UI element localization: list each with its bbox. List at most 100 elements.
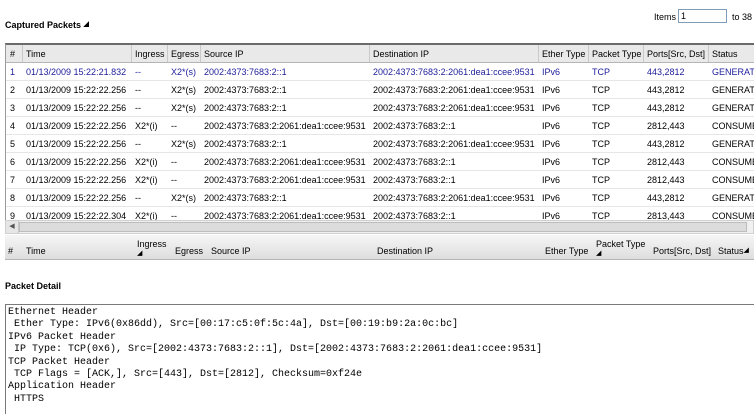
items-start-input[interactable] <box>678 9 727 23</box>
cell-status: GENERATED <box>712 139 754 149</box>
items-to-label: to 38 <box>732 12 753 22</box>
col-header-source-ip[interactable]: Source IP <box>204 49 244 59</box>
table-row[interactable]: 6 01/13/2009 15:22:22.256 X2*(i) -- 2002:437… <box>6 152 754 171</box>
col-header-status[interactable]: Status <box>712 49 738 59</box>
sec-col-time[interactable]: Time <box>26 246 46 256</box>
sec-col-destination-ip[interactable]: Destination IP <box>377 246 433 256</box>
cell-ingress: -- <box>135 193 141 203</box>
captured-packets-title-text: Captured Packets <box>5 20 82 30</box>
table-row[interactable]: 2 01/13/2009 15:22:22.256 -- X2*(s) 2002:437… <box>6 80 754 99</box>
cell-status: GENERATED <box>712 85 754 95</box>
sec-col-ether-type[interactable]: Ether Type <box>545 246 588 256</box>
cell-time: 01/13/2009 15:22:22.256 <box>26 175 127 185</box>
sec-col-ingress[interactable]: Ingress ◢ <box>137 239 167 259</box>
cell-time: 01/13/2009 15:22:22.256 <box>26 85 127 95</box>
sec-col-ports[interactable]: Ports[Src, Dst] <box>653 246 711 256</box>
sort-caret-icon: ◢ <box>137 250 143 257</box>
cell-status: GENERATED <box>712 67 754 77</box>
col-header-time[interactable]: Time <box>26 49 46 59</box>
detail-line: HTTPS <box>8 393 45 405</box>
sec-col-status-text: Status <box>718 246 744 256</box>
cell-ingress: -- <box>135 139 141 149</box>
col-header-destination-ip[interactable]: Destination IP <box>373 49 429 59</box>
cell-destination-ip: 2002:4373:7683:2::1 <box>373 121 456 131</box>
cell-packet-type: TCP <box>592 193 610 203</box>
scroll-thumb[interactable] <box>19 222 747 232</box>
detail-line: Ethernet Header <box>8 307 99 318</box>
col-header-ether-type[interactable]: Ether Type <box>542 49 585 59</box>
sec-col-ingress-text: Ingress <box>137 239 167 249</box>
cell-ether-type: IPv6 <box>542 85 561 95</box>
table-row[interactable]: 5 01/13/2009 15:22:22.256 -- X2*(s) 2002:437… <box>6 134 754 153</box>
cell-ports: 443,2812 <box>647 85 685 95</box>
sec-col-packet-type[interactable]: Packet Type ◢ <box>596 239 645 259</box>
sec-col-packet-type-text: Packet Type <box>596 239 646 249</box>
cell-ingress: X2*(i) <box>135 121 158 131</box>
table-row[interactable]: 3 01/13/2009 15:22:22.256 -- X2*(s) 2002:437… <box>6 98 754 117</box>
captured-packets-title: Captured Packets ◢ <box>5 20 89 30</box>
cell-ports: 2812,443 <box>647 175 685 185</box>
cell-ether-type: IPv6 <box>542 67 561 77</box>
table-row[interactable]: 8 01/13/2009 15:22:22.256 -- X2*(s) 2002:437… <box>6 188 754 207</box>
packet-detail-text[interactable]: Ethernet Header Ether Type: IPv6(0x86dd)… <box>5 304 754 414</box>
cell-ports: 2812,443 <box>647 121 685 131</box>
cell-time: 01/13/2009 15:22:22.256 <box>26 157 127 167</box>
cell-status: CONSUMED <box>712 157 754 167</box>
scroll-left-arrow-icon[interactable]: ◀ <box>6 221 19 233</box>
cell-destination-ip: 2002:4373:7683:2:2061:dea1:ccee:9531 <box>373 67 535 77</box>
packet-detail-title: Packet Detail <box>5 281 62 291</box>
cell-ingress: -- <box>135 67 141 77</box>
sec-col-egress[interactable]: Egress <box>175 246 203 256</box>
sec-col-num[interactable]: # <box>8 246 13 256</box>
col-header-egress[interactable]: Egress <box>171 49 199 59</box>
cell-egress: X2*(s) <box>171 193 197 203</box>
cell-ether-type: IPv6 <box>542 103 561 113</box>
detail-line: IP Type: TCP(0x6), Src=[2002:4373:7683:2… <box>8 344 543 356</box>
cell-packet-type: TCP <box>592 67 610 77</box>
cell-num: 3 <box>10 103 16 113</box>
cell-num: 6 <box>10 157 16 167</box>
cell-time: 01/13/2009 15:22:22.256 <box>26 193 127 203</box>
col-header-ports[interactable]: Ports[Src, Dst] <box>647 49 705 59</box>
col-header-packet-type[interactable]: Packet Type <box>592 49 641 59</box>
cell-status: GENERATED <box>712 193 754 203</box>
cell-destination-ip: 2002:4373:7683:2::1 <box>373 175 456 185</box>
horizontal-scrollbar[interactable]: ◀ <box>5 220 754 234</box>
cell-time: 01/13/2009 15:22:22.256 <box>26 139 127 149</box>
cell-destination-ip: 2002:4373:7683:2:2061:dea1:ccee:9531 <box>373 193 535 203</box>
secondary-column-header: # Time Ingress ◢ Egress Source IP Destina… <box>5 235 754 260</box>
col-header-ingress[interactable]: Ingress <box>135 49 165 59</box>
col-header-num[interactable]: # <box>10 49 15 59</box>
cell-destination-ip: 2002:4373:7683:2:2061:dea1:ccee:9531 <box>373 85 535 95</box>
cell-ports: 443,2812 <box>647 193 685 203</box>
cell-packet-type: TCP <box>592 121 610 131</box>
cell-ether-type: IPv6 <box>542 139 561 149</box>
cell-source-ip: 2002:4373:7683:2:2061:dea1:ccee:9531 <box>204 157 366 167</box>
cell-num: 5 <box>10 139 16 149</box>
cell-source-ip: 2002:4373:7683:2::1 <box>204 139 287 149</box>
cell-time: 01/13/2009 15:22:22.256 <box>26 121 127 131</box>
sec-col-status[interactable]: Status◢ <box>718 246 749 256</box>
cell-destination-ip: 2002:4373:7683:2::1 <box>373 157 456 167</box>
cell-status: GENERATED <box>712 103 754 113</box>
cell-num: 1 <box>10 67 16 77</box>
table-row[interactable]: 7 01/13/2009 15:22:22.256 X2*(i) -- 2002:437… <box>6 170 754 189</box>
cell-egress: -- <box>171 175 177 185</box>
sec-col-source-ip[interactable]: Source IP <box>211 246 251 256</box>
cell-source-ip: 2002:4373:7683:2:2061:dea1:ccee:9531 <box>204 175 366 185</box>
cell-packet-type: TCP <box>592 157 610 167</box>
cell-egress: X2*(s) <box>171 139 197 149</box>
table-row[interactable]: 4 01/13/2009 15:22:22.256 X2*(i) -- 2002:437… <box>6 116 754 135</box>
cell-num: 4 <box>10 121 16 131</box>
cell-packet-type: TCP <box>592 175 610 185</box>
table-row[interactable]: 1 01/13/2009 15:22:21.832 -- X2*(s) 2002:437… <box>6 62 754 81</box>
detail-line: IPv6 Packet Header <box>8 331 117 343</box>
cell-packet-type: TCP <box>592 85 610 95</box>
cell-source-ip: 2002:4373:7683:2::1 <box>204 193 287 203</box>
cell-egress: X2*(s) <box>171 85 197 95</box>
sort-caret-icon[interactable]: ◢ <box>84 21 89 28</box>
cell-time: 01/13/2009 15:22:21.832 <box>26 67 127 77</box>
cell-egress: X2*(s) <box>171 103 197 113</box>
cell-num: 7 <box>10 175 16 185</box>
cell-ports: 2812,443 <box>647 157 685 167</box>
